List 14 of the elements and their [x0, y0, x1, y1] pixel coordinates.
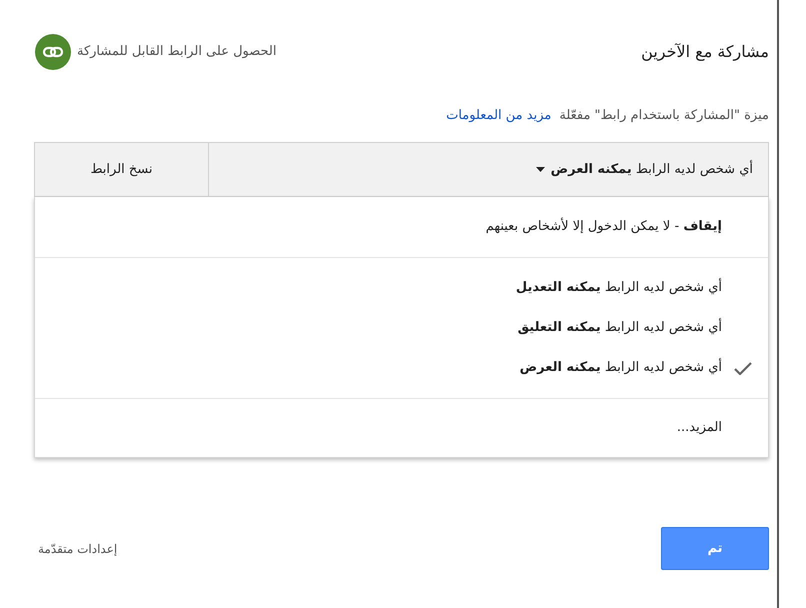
copy-link-button[interactable]: نسخ الرابط	[35, 143, 208, 196]
sharing-status: ميزة "المشاركة باستخدام رابط" مفعّلة	[559, 107, 769, 126]
menu-item[interactable]: أي شخص لديه الرابط يمكنه العرض	[520, 358, 722, 378]
caret-icon	[536, 167, 545, 172]
get-link-button[interactable]: الحصول على الرابط القابل للمشاركة	[35, 34, 276, 70]
menu-item[interactable]: أي شخص لديه الرابط يمكنه التعليق	[518, 318, 722, 338]
advanced-settings-link[interactable]: إعدادات متقدّمة	[38, 540, 118, 558]
menu-item[interactable]: إيقاف - لا يمكن الدخول إلا لأشخاص بعينهم	[486, 217, 722, 237]
dialog-title: مشاركة مع الآخرين	[641, 41, 769, 63]
more-item[interactable]: المزيد...	[35, 399, 768, 457]
link-icon	[35, 34, 71, 70]
menu-item[interactable]: أي شخص لديه الرابط يمكنه التعديل	[516, 278, 722, 298]
learn-more-link[interactable]: مزيد من المعلومات	[446, 106, 552, 126]
access-dropdown[interactable]: أي شخص لديه الرابط يمكنه العرض	[208, 143, 768, 196]
